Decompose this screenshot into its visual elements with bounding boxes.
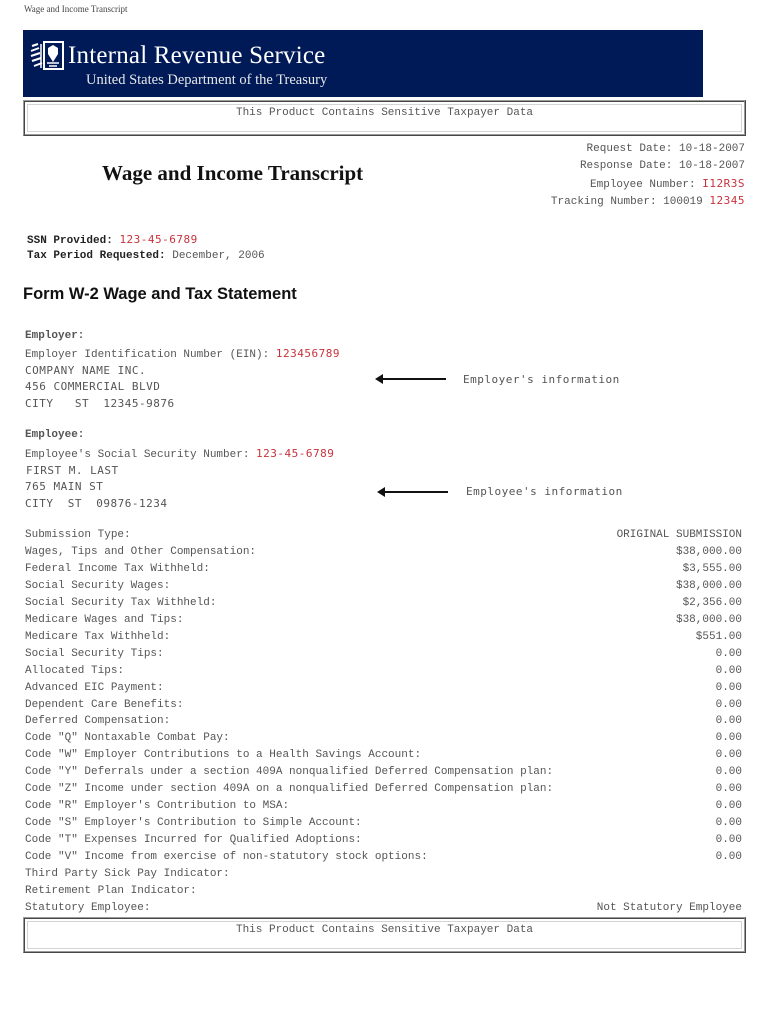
row-value: 0.00 (715, 851, 742, 863)
ein-label: Employer Identification Number (EIN): (25, 349, 270, 361)
department-name: United States Department of the Treasury (86, 72, 328, 88)
employer-section-label: Employer: (25, 330, 85, 342)
row-value: 0.00 (715, 699, 742, 711)
employee-annotation: Employee's information (466, 485, 623, 498)
row-label: Medicare Tax Withheld: (25, 631, 171, 643)
employer-annotation: Employer's information (463, 373, 620, 386)
row-value: $2,356.00 (682, 597, 742, 609)
request-date-label: Request Date: (586, 143, 673, 155)
employee-number-line: Employee Number: I12R3S (590, 177, 745, 191)
row-value: 0.00 (715, 817, 742, 829)
sensitive-notice-text: This Product Contains Sensitive Taxpayer… (235, 107, 534, 119)
row-label: Advanced EIC Payment: (25, 682, 164, 694)
sensitive-data-notice-bottom: This Product Contains Sensitive Taxpayer… (23, 917, 746, 953)
row-label: Wages, Tips and Other Compensation: (25, 546, 257, 558)
row-value: $551.00 (695, 631, 742, 643)
row-label: Social Security Wages: (25, 580, 171, 592)
tax-period-line: Tax Period Requested: December, 2006 (27, 250, 265, 262)
row-value: 0.00 (715, 766, 742, 778)
row-label: Code "R" Employer's Contribution to MSA: (25, 800, 290, 812)
employer-address: 456 COMMERCIAL BLVD (25, 380, 161, 393)
row-label: Code "Q" Nontaxable Combat Pay: (25, 732, 230, 744)
sensitive-notice-text: This Product Contains Sensitive Taxpayer… (235, 924, 534, 936)
row-value: 0.00 (715, 800, 742, 812)
employee-name: FIRST M. LAST (26, 464, 119, 477)
row-value: $38,000.00 (675, 614, 742, 626)
row-value: 0.00 (715, 648, 742, 660)
response-date-line: Response Date: 10-18-2007 (580, 160, 745, 172)
row-label: Federal Income Tax Withheld: (25, 563, 210, 575)
employee-ssn-label: Employee's Social Security Number: (25, 449, 250, 461)
row-value: $3,555.00 (682, 563, 742, 575)
ssn-provided-line: SSN Provided: 123-45-6789 (27, 233, 198, 247)
row-label: Submission Type: (25, 529, 131, 541)
employer-name: COMPANY NAME INC. (25, 364, 147, 377)
ein-line: Employer Identification Number (EIN): 12… (25, 347, 340, 361)
ssn-provided-label: SSN Provided: (27, 235, 113, 247)
employee-ssn-value: 123-45-6789 (256, 447, 335, 460)
ssn-provided-value: 123-45-6789 (119, 233, 198, 246)
request-date-line: Request Date: 10-18-2007 (587, 143, 745, 155)
tax-period-label: Tax Period Requested: (27, 250, 166, 262)
employee-section-label: Employee: (25, 429, 85, 441)
row-label: Social Security Tax Withheld: (25, 597, 217, 609)
row-label: Third Party Sick Pay Indicator: (25, 868, 230, 880)
row-label: Code "V" Income from exercise of non-sta… (25, 851, 428, 863)
row-value: ORIGINAL SUBMISSION (616, 529, 742, 541)
row-label: Dependent Care Benefits: (25, 699, 184, 711)
request-date-value: 10-18-2007 (678, 143, 745, 155)
row-value: 0.00 (715, 665, 742, 677)
employee-ssn-line: Employee's Social Security Number: 123-4… (25, 447, 334, 461)
transcript-title: Wage and Income Transcript (102, 161, 364, 185)
sensitive-data-notice-top: This Product Contains Sensitive Taxpayer… (23, 100, 746, 136)
row-label: Code "W" Employer Contributions to a Hea… (25, 749, 422, 761)
row-label: Code "S" Employer's Contribution to Simp… (25, 817, 362, 829)
employee-arrow-icon (377, 487, 448, 497)
row-label: Statutory Employee: (25, 902, 151, 914)
row-value: $38,000.00 (675, 546, 742, 558)
row-value: 0.00 (715, 715, 742, 727)
row-label: Code "T" Expenses Incurred for Qualified… (25, 834, 362, 846)
row-label: Allocated Tips: (25, 665, 125, 677)
tracking-number-suffix: 12345 (709, 194, 745, 207)
tax-period-value: December, 2006 (172, 250, 265, 262)
row-label: Code "Y" Deferrals under a section 409A … (25, 766, 554, 778)
row-value: 0.00 (715, 682, 742, 694)
row-label: Retirement Plan Indicator: (25, 885, 197, 897)
employer-city-state-zip: CITY ST 12345-9876 (25, 397, 175, 410)
row-label: Deferred Compensation: (25, 715, 171, 727)
employer-arrow-icon (375, 374, 446, 384)
tracking-number-prefix: 100019 (663, 196, 703, 208)
response-date-label: Response Date: (579, 160, 673, 172)
agency-name: Internal Revenue Service (68, 42, 326, 69)
row-label: Social Security Tips: (25, 648, 164, 660)
irs-banner: Internal Revenue Service United States D… (23, 30, 703, 97)
employee-number-label: Employee Number: (590, 179, 696, 191)
row-value: 0.00 (715, 732, 742, 744)
employee-address: 765 MAIN ST (25, 480, 104, 493)
page-title: Wage and Income Transcript (24, 4, 128, 14)
row-value: $38,000.00 (675, 580, 742, 592)
employee-number-value: I12R3S (702, 177, 745, 190)
row-value: 0.00 (715, 749, 742, 761)
row-value: Not Statutory Employee (596, 902, 742, 914)
row-label: Code "Z" Income under section 409A on a … (25, 783, 554, 795)
response-date-value: 10-18-2007 (678, 160, 745, 172)
row-value: 0.00 (715, 834, 742, 846)
w2-heading: Form W-2 Wage and Tax Statement (23, 285, 297, 303)
tracking-number-label: Tracking Number: (550, 196, 657, 208)
row-value: 0.00 (715, 783, 742, 795)
ein-value: 123456789 (275, 347, 340, 360)
irs-eagle-seal-icon (30, 41, 64, 70)
tracking-number-line: Tracking Number: 100019 12345 (551, 194, 745, 208)
employee-city-state-zip: CITY ST 09876-1234 (25, 497, 168, 510)
row-label: Medicare Wages and Tips: (25, 614, 184, 626)
